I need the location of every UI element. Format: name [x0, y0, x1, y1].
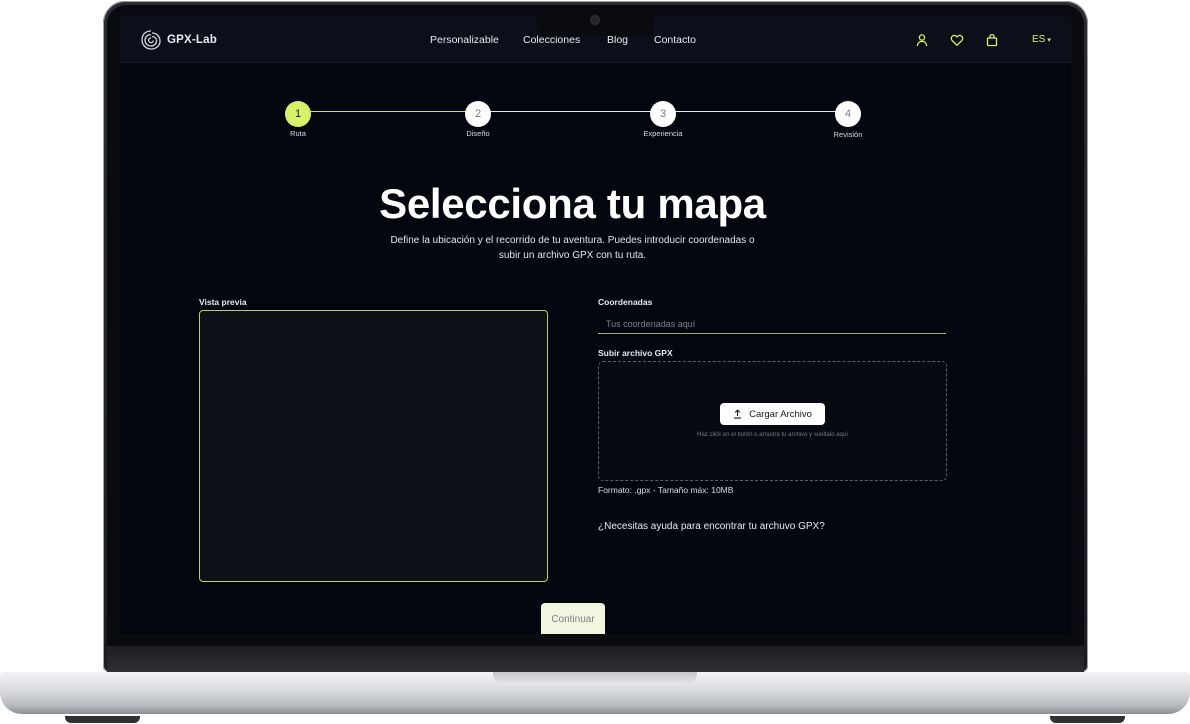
step-1-circle[interactable]: 1: [285, 101, 311, 127]
language-selector[interactable]: ES ▾: [1032, 34, 1051, 45]
map-preview[interactable]: [199, 310, 548, 582]
brand-logo[interactable]: GPX-Lab: [140, 29, 217, 51]
step-3-label: Experiencia: [643, 129, 683, 138]
page-title: Selecciona tu mapa: [379, 180, 766, 227]
brand-name: GPX-Lab: [167, 34, 217, 46]
laptop-foot-left: [65, 716, 140, 723]
nav-link-personalizable[interactable]: Personalizable: [430, 34, 499, 46]
web-page: GPX-Lab Personalizable Colecciones Blog …: [120, 17, 1071, 634]
upload-label: Subir archivo GPX: [598, 348, 673, 358]
preview-label: Vista previa: [199, 297, 247, 307]
coordinates-input[interactable]: [598, 314, 946, 334]
language-label: ES: [1032, 34, 1046, 45]
step-connector-1: [310, 111, 478, 112]
laptop-opening-notch: [493, 672, 697, 685]
nav-link-contacto[interactable]: Contacto: [654, 34, 696, 46]
dropzone-hint: Haz click en el botón o arrastra tu arch…: [697, 432, 848, 438]
upload-icon: [734, 409, 742, 419]
continue-button[interactable]: Continuar: [541, 603, 605, 634]
laptop-chin: [107, 645, 1084, 672]
upload-file-button-label: Cargar Archivo: [749, 408, 812, 420]
file-format-info: Formato: .gpx - Tamaño máx: 10MB: [598, 485, 734, 495]
camera-icon: [591, 16, 599, 24]
page-subtitle: Define la ubicación y el recorrido de tu…: [120, 233, 1025, 263]
gpx-lab-logo-icon: [141, 30, 161, 50]
step-2-label: Diseño: [466, 129, 490, 138]
step-connector-2: [490, 111, 663, 112]
step-4-circle[interactable]: 4: [835, 101, 861, 127]
gpx-dropzone[interactable]: Cargar Archivo Haz click en el botón o a…: [598, 361, 947, 481]
upload-file-button[interactable]: Cargar Archivo: [720, 403, 825, 425]
coordinates-label: Coordenadas: [598, 297, 653, 307]
step-4-label: Revisión: [833, 130, 863, 139]
step-1-label: Ruta: [290, 129, 306, 138]
laptop-foot-right: [1050, 716, 1125, 723]
shopping-bag-icon[interactable]: [985, 33, 999, 47]
heart-icon[interactable]: [950, 33, 964, 47]
user-icon[interactable]: [915, 33, 929, 47]
step-connector-3: [675, 111, 848, 112]
step-3-circle[interactable]: 3: [650, 101, 676, 127]
subtitle-line-1: Define la ubicación y el recorrido de tu…: [390, 235, 755, 246]
subtitle-line-2: subir un archivo GPX con tu ruta.: [498, 250, 647, 261]
chevron-down-icon: ▾: [1047, 37, 1051, 44]
gpx-help-link[interactable]: ¿Necesitas ayuda para encontrar tu archu…: [598, 521, 825, 532]
step-2-circle[interactable]: 2: [465, 101, 491, 127]
